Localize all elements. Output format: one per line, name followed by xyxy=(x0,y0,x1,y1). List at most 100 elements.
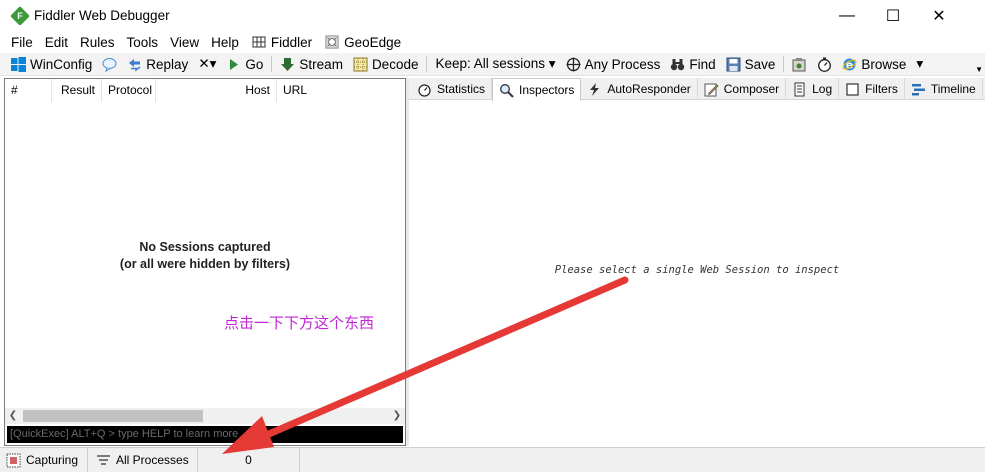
quickexec-input[interactable]: [QuickExec] ALT+Q > type HELP to learn m… xyxy=(7,426,403,443)
tab-composer[interactable]: Composer xyxy=(698,78,787,100)
save-disk-icon xyxy=(726,57,741,71)
toolbar-overflow-icon[interactable]: ▼ xyxy=(975,65,983,74)
column-header-host[interactable]: Host xyxy=(156,79,277,102)
process-filter-label: All Processes xyxy=(116,453,189,467)
inspector-empty-message: Please select a single Web Session to in… xyxy=(554,264,840,276)
checkbox-icon xyxy=(846,82,859,96)
column-header-protocol[interactable]: Protocol xyxy=(102,79,156,102)
find-label: Find xyxy=(689,56,716,72)
capture-grid-icon xyxy=(6,453,21,467)
menu-fiddler[interactable]: Fiddler xyxy=(245,31,318,53)
menu-edit[interactable]: Edit xyxy=(39,31,74,53)
menu-fiddler-label: Fiddler xyxy=(270,34,313,50)
tab-autoresponder[interactable]: AutoResponder xyxy=(581,78,698,100)
capturing-toggle[interactable]: Capturing xyxy=(0,447,88,472)
column-header-url[interactable]: URL xyxy=(277,79,405,102)
menu-help[interactable]: Help xyxy=(205,31,245,53)
toolbar-separator xyxy=(783,56,785,72)
timeline-bars-icon xyxy=(911,83,925,95)
lightning-icon xyxy=(590,82,600,96)
minimize-button[interactable]: — xyxy=(824,0,870,31)
toolbar-separator xyxy=(426,56,428,72)
close-button[interactable]: ✕ xyxy=(916,0,962,31)
browse-label: Browse xyxy=(861,56,907,72)
any-process-label: Any Process xyxy=(584,56,661,72)
annotation-note: 点击一下下方这个东西 xyxy=(224,314,375,332)
decode-grid-icon xyxy=(353,57,368,71)
speech-bubble-icon xyxy=(102,57,117,72)
tab-statistics[interactable]: Statistics xyxy=(411,78,493,100)
go-label: Go xyxy=(245,56,264,72)
session-list-panel[interactable]: # Result Protocol Host URL No Sessions c… xyxy=(4,78,406,446)
process-filter[interactable]: All Processes xyxy=(88,447,198,472)
capturing-label: Capturing xyxy=(26,453,79,467)
log-page-icon xyxy=(794,82,805,96)
find-button[interactable]: Find xyxy=(665,53,720,75)
winconfig-label: WinConfig xyxy=(30,56,93,72)
tab-composer-label: Composer xyxy=(723,82,780,96)
play-icon xyxy=(230,58,239,70)
inspector-panel: Statistics Inspectors AutoResponder Comp… xyxy=(409,78,985,446)
stream-label: Stream xyxy=(299,56,343,72)
scrollbar-thumb[interactable] xyxy=(23,410,203,422)
timer-button[interactable] xyxy=(812,53,837,75)
tab-inspectors-label: Inspectors xyxy=(519,83,575,97)
maximize-button[interactable]: ☐ xyxy=(870,0,916,31)
tab-statistics-label: Statistics xyxy=(437,82,486,96)
empty-sessions-message: No Sessions captured (or all were hidden… xyxy=(5,239,405,273)
tab-timeline[interactable]: Timeline xyxy=(905,78,983,100)
tab-filters-label: Filters xyxy=(865,82,898,96)
filter-funnel-icon xyxy=(97,454,110,465)
menu-geoedge[interactable]: GeoEdge xyxy=(318,31,407,53)
replay-button[interactable]: Replay xyxy=(122,53,193,75)
browse-button[interactable]: e Browse xyxy=(837,53,911,75)
winconfig-button[interactable]: WinConfig xyxy=(6,53,97,75)
inspector-tab-strip: Statistics Inspectors AutoResponder Comp… xyxy=(409,78,985,101)
scroll-left-icon[interactable]: ❮ xyxy=(5,408,21,424)
geoedge-icon xyxy=(325,35,339,49)
tab-filters[interactable]: Filters xyxy=(839,78,905,100)
tab-autoresponder-label: AutoResponder xyxy=(607,82,691,96)
session-count: 0 xyxy=(198,447,300,472)
decode-label: Decode xyxy=(371,56,419,72)
toolbar: WinConfig Replay ✕▾ Go Stream Decode Kee… xyxy=(0,53,985,76)
browse-dropdown-arrow[interactable]: ▾ xyxy=(911,53,928,75)
column-header-result[interactable]: Result xyxy=(52,79,102,102)
windows-logo-icon xyxy=(11,56,26,72)
tab-inspectors[interactable]: Inspectors xyxy=(492,78,582,101)
comment-button[interactable] xyxy=(97,53,122,75)
menu-view[interactable]: View xyxy=(164,31,205,53)
replay-label: Replay xyxy=(146,56,189,72)
menu-geoedge-label: GeoEdge xyxy=(344,34,402,50)
camera-clipboard-icon xyxy=(792,57,806,71)
status-bar: Capturing All Processes 0 xyxy=(0,447,985,472)
menu-rules[interactable]: Rules xyxy=(74,31,121,53)
menu-file[interactable]: File xyxy=(5,31,39,53)
remove-dropdown[interactable]: ✕▾ xyxy=(193,53,221,75)
stream-button[interactable]: Stream xyxy=(275,53,348,75)
tab-timeline-label: Timeline xyxy=(930,82,976,96)
any-process-button[interactable]: Any Process xyxy=(561,53,666,75)
tab-log-label: Log xyxy=(812,82,833,96)
empty-sessions-line1: No Sessions captured xyxy=(139,240,271,254)
go-button[interactable]: Go xyxy=(221,53,268,75)
internet-explorer-icon: e xyxy=(842,58,857,71)
horizontal-scrollbar[interactable]: ❮ ❯ xyxy=(5,408,405,424)
scroll-right-icon[interactable]: ❯ xyxy=(389,408,405,424)
decode-button[interactable]: Decode xyxy=(348,53,424,75)
tab-log[interactable]: Log xyxy=(786,78,840,100)
magnifier-icon xyxy=(500,83,514,98)
menu-tools[interactable]: Tools xyxy=(121,31,165,53)
column-header-number[interactable]: # xyxy=(5,79,52,102)
save-label: Save xyxy=(744,56,776,72)
menu-bar: File Edit Rules Tools View Help Fiddler … xyxy=(0,31,985,53)
down-arrow-icon xyxy=(281,57,295,71)
screenshot-button[interactable] xyxy=(787,53,812,75)
keep-sessions-dropdown[interactable]: Keep: All sessions ▾ xyxy=(430,53,560,75)
save-button[interactable]: Save xyxy=(721,53,781,75)
fiddler-grid-icon xyxy=(252,36,266,48)
window-title: Fiddler Web Debugger xyxy=(34,8,170,23)
crosshair-icon xyxy=(566,57,581,71)
empty-sessions-line2: (or all were hidden by filters) xyxy=(119,257,291,271)
fiddler-app-icon: F xyxy=(10,6,30,26)
